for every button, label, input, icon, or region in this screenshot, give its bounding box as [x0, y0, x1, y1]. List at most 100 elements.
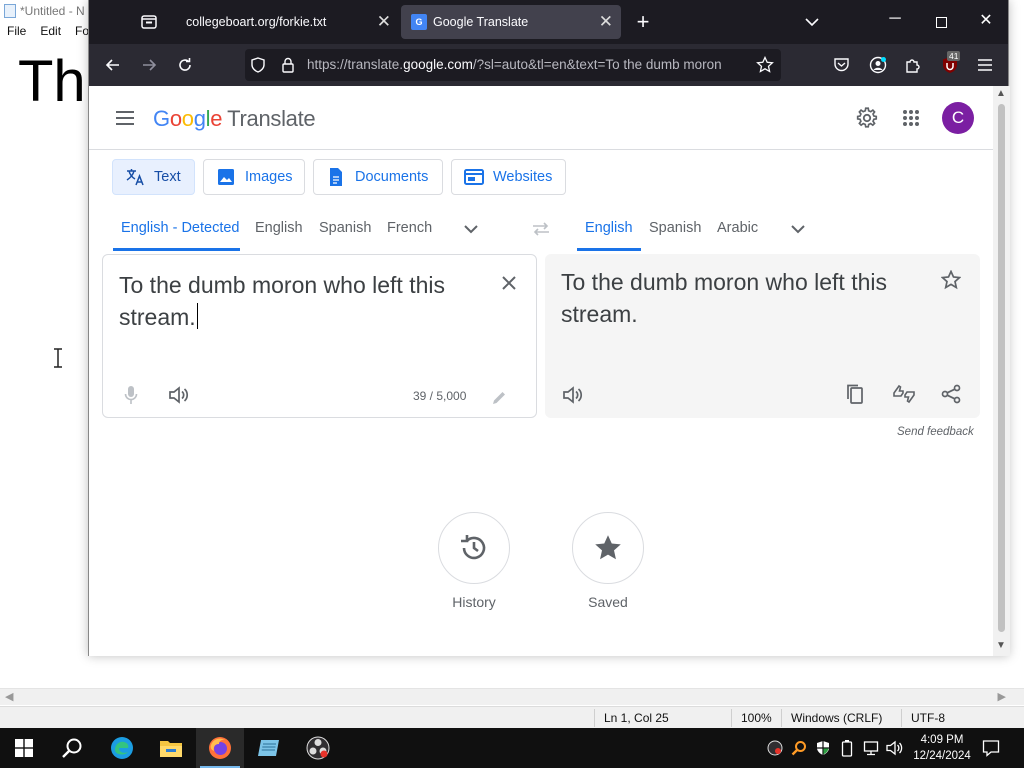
logo-letter-g2: g: [193, 106, 206, 131]
firefox-view-icon[interactable]: [137, 10, 161, 34]
copy-translation-icon[interactable]: [843, 382, 867, 406]
volume-tray-icon[interactable]: [886, 739, 904, 757]
notepad-text-area[interactable]: Th: [18, 48, 86, 115]
tracking-protection-shield-icon[interactable]: [249, 56, 267, 74]
ublock-origin-icon[interactable]: 41: [939, 51, 961, 76]
google-apps-icon[interactable]: [899, 106, 923, 130]
close-tab-icon[interactable]: ✕: [377, 13, 391, 30]
back-icon[interactable]: [100, 52, 126, 78]
pocket-icon[interactable]: [831, 55, 851, 75]
scroll-left-icon[interactable]: ◀: [5, 690, 13, 703]
source-lang-english[interactable]: English: [255, 220, 303, 236]
network-tray-icon[interactable]: [862, 739, 880, 757]
taskbar-notepad[interactable]: [245, 728, 293, 768]
taskbar-obs[interactable]: [294, 728, 342, 768]
clock-time: 4:09 PM: [920, 734, 964, 746]
history-icon: [461, 535, 486, 560]
taskbar-firefox[interactable]: [196, 728, 244, 768]
notifications-icon[interactable]: [982, 739, 1000, 757]
source-lang-more-chevron-down-icon[interactable]: [459, 220, 483, 238]
mode-websites-button[interactable]: Websites: [451, 159, 566, 195]
security-tray-icon[interactable]: [814, 739, 832, 757]
saved-label[interactable]: Saved: [548, 594, 668, 610]
scroll-down-icon[interactable]: ▼: [996, 640, 1006, 651]
account-icon[interactable]: [868, 55, 888, 75]
magnifier-tray-icon[interactable]: [790, 739, 808, 757]
tab-collegeboart[interactable]: collegeboart.org/forkie.txt ✕: [173, 5, 399, 39]
battery-tray-icon[interactable]: [838, 739, 856, 757]
list-all-tabs-icon[interactable]: [800, 10, 824, 34]
search-button[interactable]: [48, 728, 96, 768]
source-lang-detected[interactable]: English - Detected: [121, 220, 239, 236]
scrollbar-thumb[interactable]: [998, 104, 1005, 632]
minimize-icon[interactable]: ─: [883, 10, 907, 28]
mode-images-button[interactable]: Images: [203, 159, 305, 195]
handwriting-pencil-icon[interactable]: [488, 387, 510, 409]
mode-documents-button[interactable]: Documents: [313, 159, 443, 195]
target-lang-spanish[interactable]: Spanish: [649, 220, 701, 236]
page-header: Google Translate C: [89, 86, 993, 150]
text-cursor-icon: [54, 348, 62, 368]
forward-icon[interactable]: [136, 52, 162, 78]
reload-icon[interactable]: [172, 52, 198, 78]
settings-gear-icon[interactable]: [855, 106, 879, 130]
account-avatar[interactable]: C: [942, 102, 974, 134]
clock-date: 12/24/2024: [913, 750, 971, 762]
target-lang-arabic[interactable]: Arabic: [717, 220, 758, 236]
share-icon[interactable]: [939, 382, 963, 406]
source-lang-spanish[interactable]: Spanish: [319, 220, 371, 236]
taskbar-clock[interactable]: 4:09 PM 12/24/2024: [912, 732, 972, 764]
history-button[interactable]: [438, 512, 510, 584]
send-feedback-link[interactable]: Send feedback: [897, 426, 974, 438]
source-text-input[interactable]: To the dumb moron who left this stream.: [119, 269, 479, 333]
notepad-icon: [258, 740, 279, 756]
url-bar[interactable]: https://translate.google.com/?sl=auto&tl…: [245, 49, 781, 81]
taskbar-file-explorer[interactable]: [147, 728, 195, 768]
bookmark-star-icon[interactable]: [755, 55, 775, 75]
close-window-icon[interactable]: ✕: [974, 10, 998, 30]
notepad-menu-file[interactable]: File: [7, 24, 26, 38]
microphone-icon[interactable]: [119, 383, 143, 407]
main-menu-icon[interactable]: [113, 106, 137, 130]
ublock-badge-count: 41: [947, 51, 961, 61]
listen-translation-speaker-icon[interactable]: [561, 383, 585, 407]
page-vertical-scrollbar[interactable]: ▲ ▼: [993, 86, 1010, 656]
firefox-window: collegeboart.org/forkie.txt ✕ G Google T…: [88, 0, 1010, 656]
scroll-up-icon[interactable]: ▲: [996, 88, 1006, 99]
product-name: Translate: [227, 106, 316, 131]
notepad-horizontal-scrollbar[interactable]: ◀ ▶: [0, 688, 1024, 705]
scroll-right-icon[interactable]: ▶: [998, 690, 1006, 703]
target-lang-more-chevron-down-icon[interactable]: [786, 220, 810, 238]
source-lang-french[interactable]: French: [387, 220, 432, 236]
mode-websites-label: Websites: [493, 169, 553, 185]
extensions-icon[interactable]: [903, 55, 923, 75]
history-label[interactable]: History: [414, 594, 534, 610]
search-icon: [62, 738, 82, 758]
tab-google-translate[interactable]: G Google Translate ✕: [401, 5, 621, 39]
target-lang-english[interactable]: English: [585, 220, 633, 236]
obs-tray-icon[interactable]: [766, 739, 784, 757]
status-line-ending: Windows (CRLF): [791, 711, 883, 725]
saved-button[interactable]: [572, 512, 644, 584]
swap-languages-icon[interactable]: [529, 219, 553, 239]
listen-source-speaker-icon[interactable]: [167, 383, 191, 407]
start-button[interactable]: [0, 728, 48, 768]
rate-translation-icon[interactable]: [891, 382, 917, 406]
edge-icon: [111, 737, 133, 759]
taskbar-edge[interactable]: [98, 728, 146, 768]
windows-taskbar: 4:09 PM 12/24/2024: [0, 728, 1024, 768]
maximize-icon[interactable]: [929, 12, 953, 32]
save-translation-star-icon[interactable]: [939, 268, 963, 292]
application-menu-icon[interactable]: [975, 55, 995, 75]
clear-source-text-icon[interactable]: [497, 271, 521, 295]
target-lang-indicator: [577, 248, 641, 251]
google-translate-logo[interactable]: Google Translate: [153, 106, 316, 132]
lock-icon[interactable]: [279, 56, 297, 74]
translated-text: To the dumb moron who left this stream.: [561, 269, 887, 327]
url-domain: google.com: [403, 57, 473, 72]
new-tab-icon[interactable]: +: [631, 9, 655, 34]
notepad-menu-format[interactable]: Fo: [75, 24, 89, 38]
mode-text-button[interactable]: Text: [112, 159, 195, 195]
close-tab-icon[interactable]: ✕: [599, 13, 613, 30]
notepad-menu-edit[interactable]: Edit: [40, 24, 61, 38]
